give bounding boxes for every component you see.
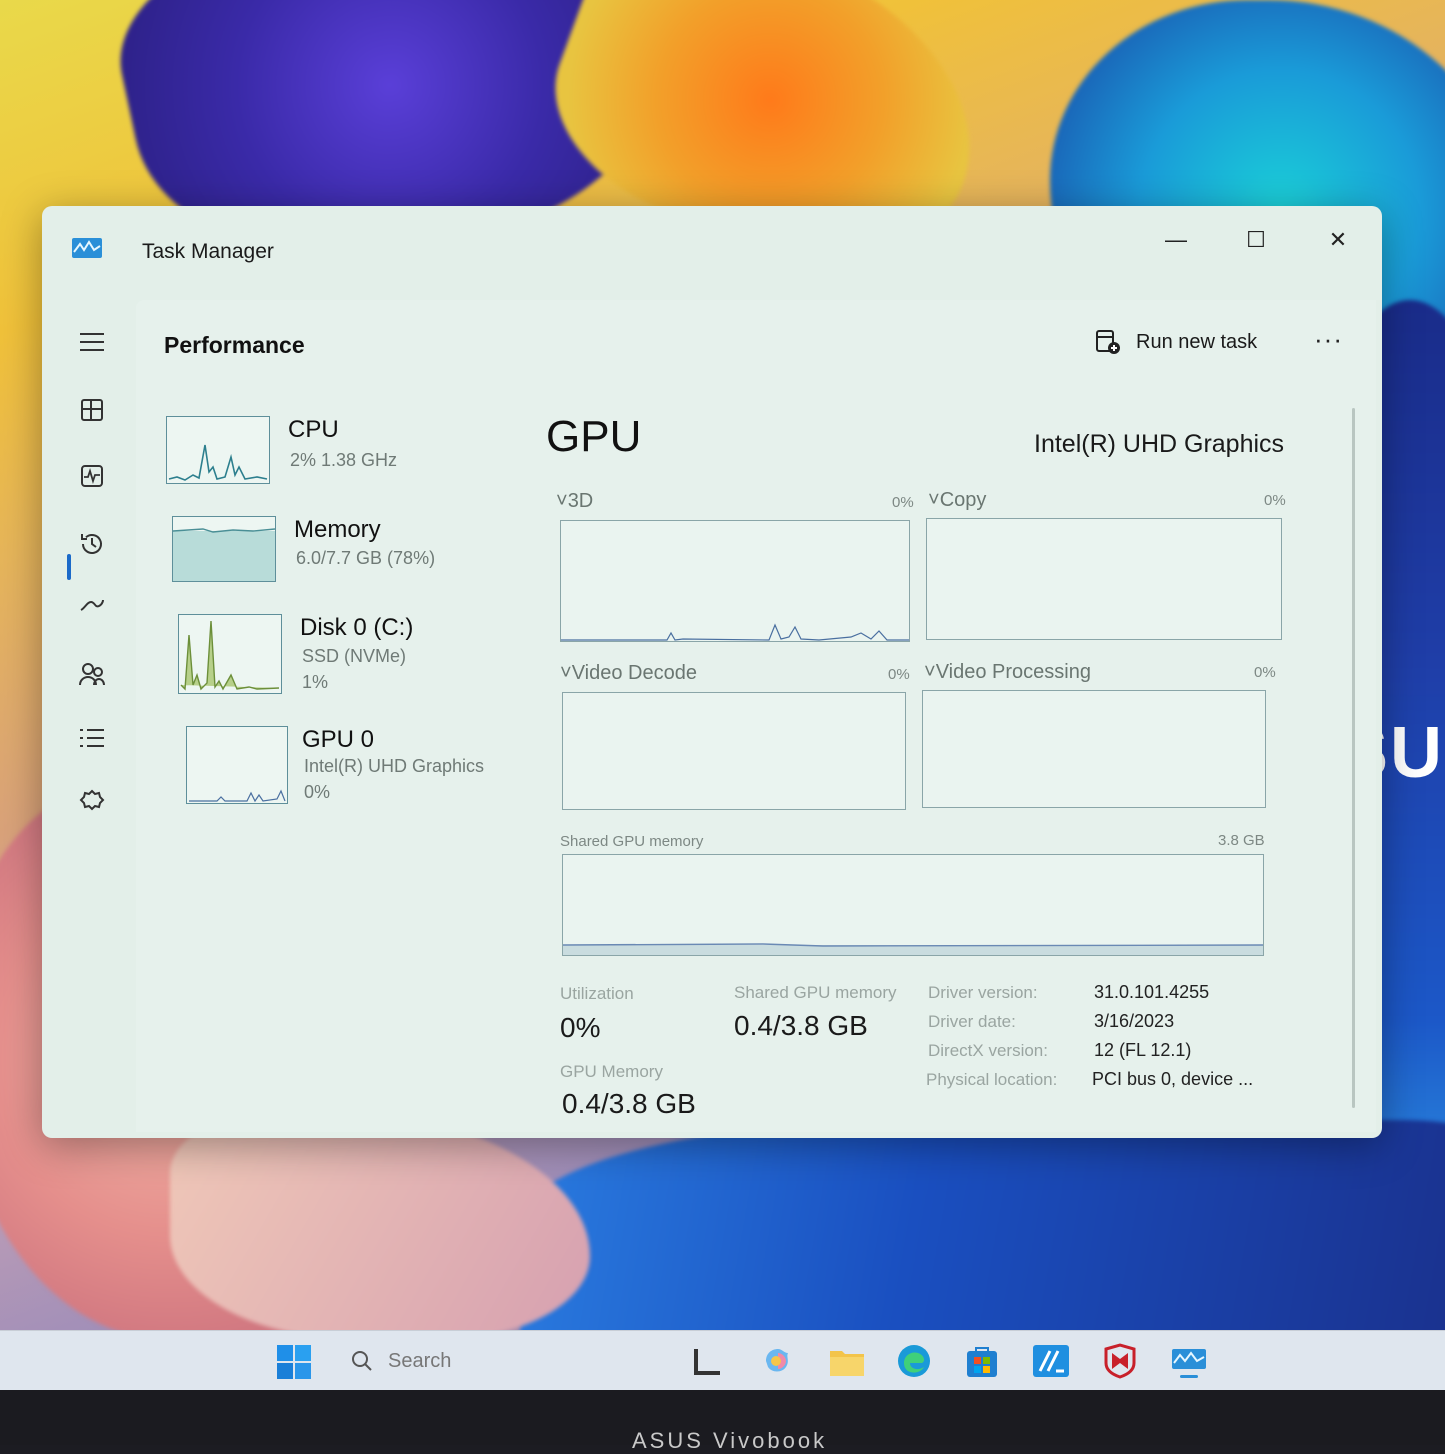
gpu-heading: GPU (546, 412, 642, 461)
engine-dropdown-copy[interactable]: ˅Copy (928, 489, 986, 512)
info-label: Driver version: (928, 983, 1038, 1002)
engine-label: Copy (939, 489, 987, 511)
search-icon (352, 1351, 372, 1371)
shared-memory-graph-label: Shared GPU memory (560, 833, 704, 850)
info-label: DirectX version: (928, 1041, 1048, 1060)
vertical-scrollbar[interactable] (1352, 408, 1355, 1108)
users-icon[interactable] (72, 654, 112, 694)
gpu-memory-label: GPU Memory (560, 1062, 663, 1081)
utilization-value: 0% (560, 1012, 601, 1043)
shared-memory-label: Shared GPU memory (734, 983, 897, 1002)
engine-dropdown-video-decode[interactable]: ˅Video Decode (560, 662, 697, 685)
engine-percent: 0% (892, 494, 914, 511)
window-title: Task Manager (142, 240, 274, 263)
graph-video-decode (562, 692, 906, 810)
myasus-icon[interactable] (1032, 1343, 1069, 1379)
mcafee-icon[interactable] (1102, 1343, 1138, 1379)
perf-item-name: CPU (288, 416, 339, 443)
perf-item-detail: Intel(R) UHD Graphics (304, 756, 485, 776)
page-title: Performance (164, 332, 305, 358)
engine-percent: 0% (1254, 664, 1276, 681)
info-value: 12 (FL 12.1) (1094, 1040, 1192, 1060)
engine-percent: 0% (888, 666, 910, 683)
shared-memory-value: 0.4/3.8 GB (734, 1010, 868, 1041)
info-value: 31.0.101.4255 (1094, 982, 1210, 1002)
perf-item-detail: 6.0/7.7 GB (78%) (296, 548, 436, 568)
perf-item-usage: 1% (302, 672, 329, 692)
perf-item-name: Memory (294, 516, 381, 543)
active-nav-indicator (67, 554, 71, 580)
info-label: Physical location: (926, 1070, 1058, 1089)
search-placeholder: Search (388, 1349, 452, 1372)
engine-label: Video Processing (935, 661, 1091, 683)
performance-page: Performance Run new task ··· CPU 2% 1.38… (136, 300, 1376, 1132)
engine-label: Video Decode (571, 662, 697, 684)
app-history-icon[interactable] (72, 524, 112, 564)
run-new-task-label: Run new task (1136, 330, 1258, 353)
chevron-down-icon: ˅ (928, 489, 940, 511)
navigation-rail (42, 296, 158, 1138)
store-icon[interactable] (964, 1343, 1000, 1379)
engine-label: 3D (567, 490, 594, 512)
graph-shared-gpu-memory (562, 854, 1264, 956)
close-button[interactable]: ✕ (1308, 220, 1368, 260)
graph-3d (560, 520, 910, 642)
graph-video-processing (922, 690, 1266, 808)
engine-dropdown-3d[interactable]: ˅3D (556, 490, 593, 513)
perf-item-usage: 0% (304, 782, 331, 802)
info-label: Driver date: (928, 1012, 1016, 1031)
processes-icon[interactable] (72, 390, 112, 430)
copilot-icon[interactable] (760, 1343, 796, 1379)
info-value: 3/16/2023 (1094, 1011, 1175, 1031)
taskbar-search[interactable]: Search (350, 1345, 451, 1377)
task-manager-window: Task Manager — ☐ ✕ Performance Run new t… (42, 206, 1382, 1138)
maximize-button[interactable]: ☐ (1226, 220, 1286, 260)
wallpaper-shape (170, 1110, 590, 1330)
edge-icon[interactable] (896, 1343, 932, 1379)
engine-dropdown-video-processing[interactable]: ˅Video Processing (924, 661, 1091, 684)
bezel-brand-text: ASUS Vivobook (632, 1428, 828, 1453)
task-manager-app-icon (72, 238, 102, 258)
details-icon[interactable] (72, 718, 112, 758)
cpu-thumbnail-graph (166, 416, 270, 484)
task-manager-icon[interactable] (1170, 1343, 1206, 1379)
info-value: PCI bus 0, device ... (1092, 1069, 1254, 1089)
menu-icon[interactable] (72, 322, 112, 362)
perf-item-name: GPU 0 (302, 726, 375, 753)
performance-icon[interactable] (72, 456, 112, 496)
graph-copy (926, 518, 1282, 640)
start-icon[interactable] (276, 1344, 312, 1380)
services-icon[interactable] (72, 782, 112, 822)
chevron-down-icon: ˅ (560, 662, 572, 684)
lenovo-app-icon[interactable] (690, 1343, 726, 1379)
taskbar: Search (0, 1330, 1445, 1391)
minimize-button[interactable]: — (1146, 220, 1206, 260)
utilization-label: Utilization (560, 984, 634, 1003)
run-new-task-button[interactable]: Run new task (1094, 322, 1257, 362)
run-task-icon (1096, 330, 1120, 354)
startup-apps-icon[interactable] (72, 588, 112, 628)
perf-item-detail: SSD (NVMe) (302, 646, 407, 666)
perf-item-name: Disk 0 (C:) (300, 614, 414, 641)
chevron-down-icon: ˅ (924, 661, 936, 683)
gpu-memory-value: 0.4/3.8 GB (562, 1088, 696, 1119)
gpu-thumbnail-graph (186, 726, 288, 804)
wallpaper-shape (520, 1120, 1445, 1330)
chevron-down-icon: ˅ (556, 490, 568, 512)
disk-thumbnail-graph (178, 614, 282, 694)
shared-memory-graph-max: 3.8 GB (1218, 832, 1265, 849)
title-bar[interactable]: Task Manager — ☐ ✕ (42, 206, 1382, 296)
file-explorer-icon[interactable] (828, 1343, 864, 1379)
engine-percent: 0% (1264, 492, 1286, 509)
more-options-button[interactable]: ··· (1314, 324, 1343, 355)
gpu-model-name: Intel(R) UHD Graphics (1034, 430, 1285, 458)
memory-thumbnail-graph (172, 516, 276, 582)
perf-item-detail: 2% 1.38 GHz (290, 450, 398, 470)
